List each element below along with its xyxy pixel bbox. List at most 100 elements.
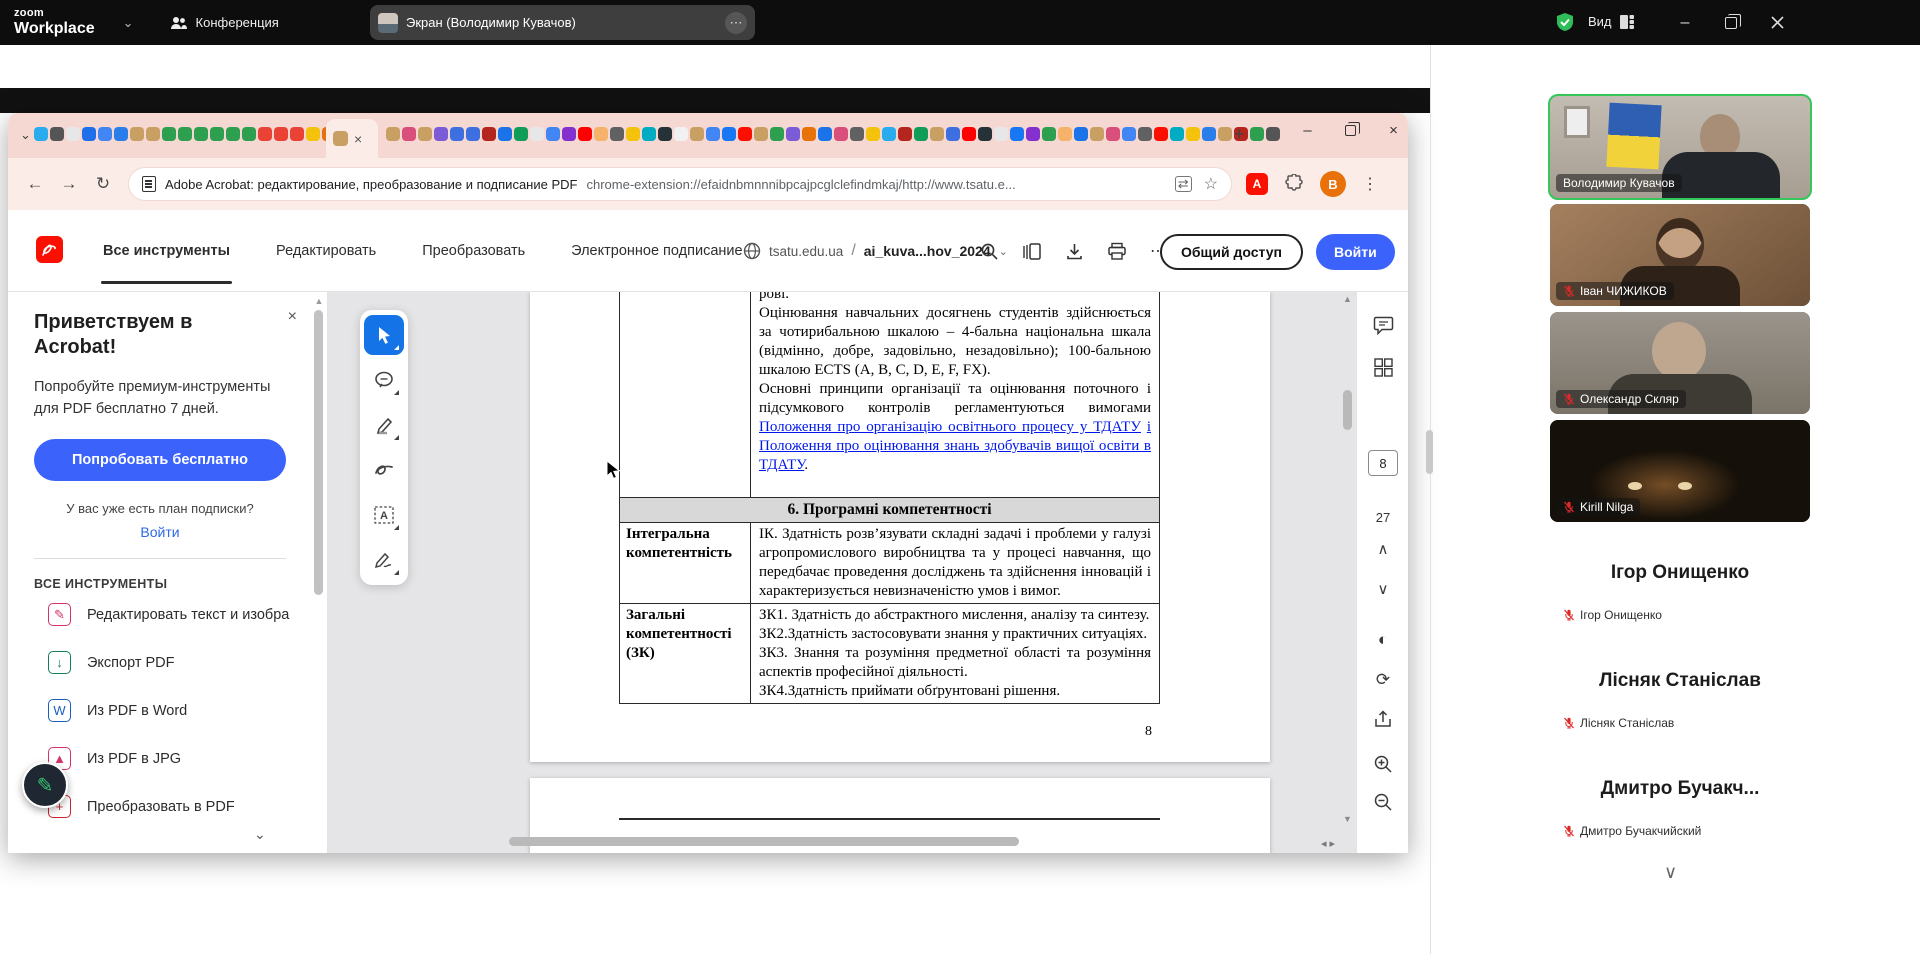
add-comment-tool-button[interactable]	[364, 360, 404, 400]
zoom-out-icon[interactable]	[1357, 792, 1408, 812]
tab-favicon[interactable]	[1186, 127, 1200, 141]
participant-tile[interactable]: Іван ЧИЖИКОВ	[1550, 204, 1810, 306]
scrollbar-thumb[interactable]	[1343, 390, 1352, 430]
tab-favicon[interactable]	[98, 127, 112, 141]
previous-page-icon[interactable]: ∧	[1357, 540, 1408, 558]
tab-favicon[interactable]	[1170, 127, 1184, 141]
tab-favicon[interactable]	[210, 127, 224, 141]
select-tool-button[interactable]	[364, 315, 404, 355]
horizontal-scroll-arrows-icon[interactable]: ◂▸	[1321, 837, 1338, 850]
signin-button[interactable]: Войти	[1316, 234, 1395, 270]
tab-favicon[interactable]	[882, 127, 896, 141]
export-page-icon[interactable]	[1357, 710, 1408, 728]
participant-tile[interactable]: Kirill Nilga	[1550, 420, 1810, 522]
tab-esign[interactable]: Электронное подписание	[571, 210, 742, 292]
tab-all-tools[interactable]: Все инструменты	[100, 210, 233, 292]
restore-button[interactable]	[1708, 0, 1754, 45]
tab-favicon[interactable]	[770, 127, 784, 141]
tab-favicon[interactable]	[706, 127, 720, 141]
tab-favicon[interactable]	[34, 127, 48, 141]
tab-favicon[interactable]	[610, 127, 624, 141]
tab-favicon[interactable]	[66, 127, 80, 141]
tab-favicon[interactable]	[162, 127, 176, 141]
tab-favicon[interactable]	[226, 127, 240, 141]
tab-favicon[interactable]	[1122, 127, 1136, 141]
tab-favicon[interactable]	[866, 127, 880, 141]
tab-favicon[interactable]	[1026, 127, 1040, 141]
display-theme-icon[interactable]: ◐	[1357, 630, 1408, 650]
scroll-up-icon[interactable]: ▲	[313, 296, 325, 306]
sidebar-tool-item[interactable]: ▲ Из PDF в JPG	[48, 735, 327, 783]
tab-favicon[interactable]	[514, 127, 528, 141]
panel-collapse-chevron-icon[interactable]: ⌄	[254, 826, 266, 843]
browser-close-button[interactable]: ×	[1372, 113, 1408, 147]
highlight-tool-button[interactable]	[364, 405, 404, 445]
extensions-puzzle-icon[interactable]	[1284, 174, 1304, 194]
scroll-up-icon[interactable]: ▲	[1341, 294, 1354, 304]
more-participants-chevron-icon[interactable]: ∨	[1664, 862, 1677, 883]
next-page-icon[interactable]: ∨	[1357, 580, 1408, 598]
tab-favicon[interactable]	[82, 127, 96, 141]
tab-favicon[interactable]	[434, 127, 448, 141]
participant-tile[interactable]: Ігор Онищенко Ігор Онищенко	[1550, 528, 1810, 630]
tab-favicon[interactable]	[114, 127, 128, 141]
horizontal-scrollbar[interactable]	[334, 836, 1316, 847]
tab-favicon[interactable]	[818, 127, 832, 141]
tab-favicon[interactable]	[178, 127, 192, 141]
scrollbar-thumb[interactable]	[509, 837, 1019, 846]
tab-group-2[interactable]	[386, 127, 1280, 141]
tab-favicon[interactable]	[1218, 127, 1232, 141]
acrobat-logo-icon[interactable]	[36, 236, 63, 263]
download-icon[interactable]	[1065, 242, 1084, 261]
tab-favicon[interactable]	[546, 127, 560, 141]
bookmark-star-icon[interactable]: ☆	[1204, 174, 1218, 194]
browser-restore-button[interactable]	[1329, 113, 1372, 147]
tab-group-1[interactable]	[34, 127, 336, 141]
panel-scrollbar[interactable]: ▲	[313, 296, 325, 849]
tab-favicon[interactable]	[482, 127, 496, 141]
tab-shared-screen[interactable]: Экран (Володимир Кувачов) ⋯	[370, 5, 755, 40]
browser-menu-icon[interactable]: ⋮	[1362, 174, 1378, 194]
tab-favicon[interactable]	[130, 127, 144, 141]
comments-panel-icon[interactable]	[1357, 316, 1408, 335]
tab-favicon[interactable]	[1154, 127, 1168, 141]
tab-favicon[interactable]	[898, 127, 912, 141]
minimize-button[interactable]: –	[1662, 0, 1708, 45]
tab-favicon[interactable]	[786, 127, 800, 141]
tab-favicon[interactable]	[1202, 127, 1216, 141]
edit-fab-button[interactable]: ✎	[22, 762, 68, 808]
pdf-hyperlink[interactable]: Положення про організацію освітнього про…	[759, 419, 1141, 435]
page-thumbnails-icon[interactable]	[1357, 358, 1408, 377]
chevron-down-icon[interactable]: ⌄	[123, 15, 134, 31]
back-icon[interactable]: ←	[18, 174, 52, 194]
acrobat-extension-icon[interactable]: A	[1246, 173, 1268, 195]
tab-favicon[interactable]	[642, 127, 656, 141]
tab-favicon[interactable]	[1138, 127, 1152, 141]
tab-favicon[interactable]	[530, 127, 544, 141]
tab-favicon[interactable]	[802, 127, 816, 141]
tab-favicon[interactable]	[1266, 127, 1280, 141]
rotate-page-icon[interactable]: ⟳	[1357, 670, 1408, 690]
tab-favicon[interactable]	[1106, 127, 1120, 141]
tab-favicon[interactable]	[1010, 127, 1024, 141]
scroll-down-icon[interactable]: ▼	[1341, 814, 1354, 824]
tab-favicon[interactable]	[306, 127, 320, 141]
forward-icon[interactable]: →	[52, 174, 86, 194]
current-page-input[interactable]: 8	[1368, 450, 1398, 476]
share-button[interactable]: Общий доступ	[1160, 234, 1303, 270]
tab-favicon[interactable]	[722, 127, 736, 141]
tab-favicon[interactable]	[946, 127, 960, 141]
participant-tile[interactable]: Володимир Кувачов	[1548, 94, 1812, 200]
tab-favicon[interactable]	[738, 127, 752, 141]
tab-meeting[interactable]: Конференция	[170, 15, 279, 30]
view-button[interactable]: Вид	[1588, 14, 1634, 29]
participant-tile[interactable]: Лісняк Станіслав Лісняк Станіслав	[1550, 636, 1810, 738]
url-omnibox[interactable]: Adobe Acrobat: редактирование, преобразо…	[128, 167, 1232, 201]
tab-favicon[interactable]	[146, 127, 160, 141]
tab-favicon[interactable]	[978, 127, 992, 141]
translate-icon[interactable]: ⇄	[1174, 176, 1192, 192]
tab-favicon[interactable]	[1058, 127, 1072, 141]
vertical-scrollbar[interactable]: ▲ ▼	[1341, 294, 1354, 824]
tab-favicon[interactable]	[962, 127, 976, 141]
profile-avatar[interactable]: B	[1320, 171, 1346, 197]
